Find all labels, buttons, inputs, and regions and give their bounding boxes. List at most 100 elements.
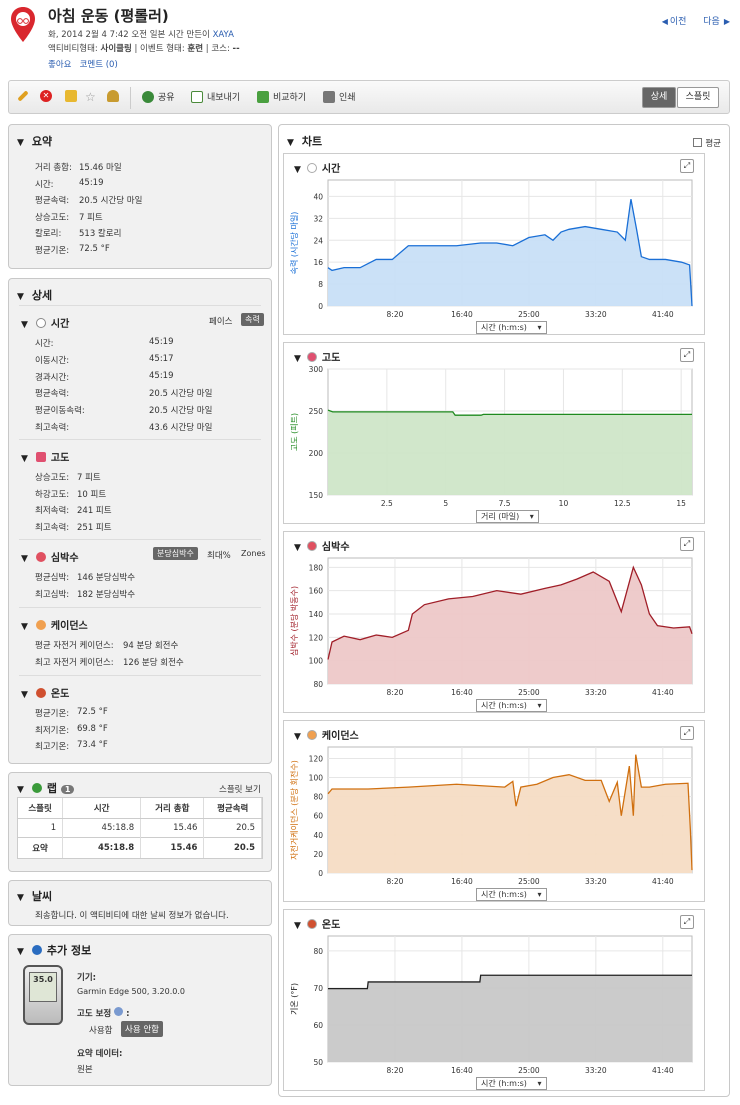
share-button[interactable]: 공유 bbox=[142, 90, 175, 103]
stat-value: 7 피트 bbox=[79, 212, 103, 223]
elev-correction-off[interactable]: 사용 안함 bbox=[121, 1021, 163, 1037]
print-button[interactable]: 인쇄 bbox=[323, 90, 356, 103]
comment-link[interactable]: 코멘트 (0) bbox=[80, 60, 118, 70]
collapse-icon[interactable]: ▼ bbox=[17, 785, 24, 795]
like-link[interactable]: 좋아요 bbox=[48, 60, 71, 70]
edit-icon[interactable] bbox=[17, 90, 29, 102]
collapse-icon[interactable]: ▼ bbox=[21, 454, 28, 464]
y-tick-label: 0 bbox=[318, 302, 323, 311]
compare-button[interactable]: 비교하기 bbox=[257, 90, 306, 103]
extra-info-title[interactable]: ▼ 추가 정보 bbox=[17, 942, 91, 958]
max-percent-toggle[interactable]: 최대% bbox=[207, 549, 231, 561]
detail-title[interactable]: ▼ 상세 bbox=[17, 287, 52, 303]
y-axis-label: 심박수 (분당 박동수) bbox=[289, 586, 299, 656]
y-axis-label: 고도 (피트) bbox=[290, 413, 299, 451]
cadence-section-title[interactable]: ▼ 케이던스 bbox=[21, 617, 88, 632]
laps-col-header[interactable]: 스플릿 bbox=[18, 798, 64, 819]
stat-value: 45:19 bbox=[79, 177, 104, 188]
collapse-icon[interactable]: ▼ bbox=[21, 554, 28, 564]
pace-toggle[interactable]: 페이스 bbox=[209, 315, 232, 327]
user-icon[interactable] bbox=[107, 90, 123, 102]
export-button[interactable]: 내보내기 bbox=[191, 90, 240, 103]
help-icon[interactable] bbox=[114, 1007, 124, 1016]
laps-panel: ▼ 랩 1 스플릿 보기 스플릿 시간 거리 총합 평균속력 1 45:18.8 15.46… bbox=[8, 772, 272, 872]
split-view-link[interactable]: 스플릿 보기 bbox=[219, 783, 261, 795]
y-tick-label: 120 bbox=[309, 754, 324, 763]
x-axis-select[interactable]: 거리 (마일) ▾ bbox=[476, 510, 539, 523]
table-cell: 15.46 bbox=[140, 818, 205, 838]
star-icon[interactable]: ☆ bbox=[85, 90, 96, 104]
collapse-icon[interactable]: ▼ bbox=[21, 622, 28, 632]
x-axis-select[interactable]: 시간 (h:m:s) ▾ bbox=[476, 888, 547, 901]
elevation-chart: ▼ 고도 ⤢ 150 200 250 300 2.5 5 7.5 10 12.5 15 고도 (피트) 거… bbox=[283, 342, 705, 524]
x-axis-select[interactable]: 시간 (h:m:s) ▾ bbox=[476, 1077, 547, 1090]
splits-tab[interactable]: 스플릿 bbox=[677, 87, 719, 108]
collapse-icon[interactable]: ▼ bbox=[21, 690, 28, 700]
stat-label: 최고기온: bbox=[35, 742, 70, 752]
elev-correction-on[interactable]: 사용함 bbox=[89, 1024, 112, 1036]
y-tick-label: 40 bbox=[313, 192, 323, 201]
laps-icon bbox=[31, 783, 42, 793]
charts-title[interactable]: ▼ 차트 bbox=[287, 133, 322, 149]
heart-icon bbox=[35, 552, 46, 562]
laps-col-header[interactable]: 거리 총합 bbox=[140, 798, 205, 819]
bpm-toggle[interactable]: 분당심박수 bbox=[153, 547, 198, 560]
next-arrow-icon[interactable]: ▶ bbox=[724, 17, 730, 26]
clock-icon bbox=[35, 318, 46, 328]
hr-section-title[interactable]: ▼ 심박수 bbox=[21, 549, 79, 564]
stat-value: 69.8 °F bbox=[77, 723, 108, 734]
delete-icon[interactable]: ✕ bbox=[40, 90, 56, 102]
y-tick-label: 120 bbox=[309, 633, 324, 642]
y-tick-label: 50 bbox=[313, 1058, 323, 1067]
page-title: 아침 운동 (평롤러) bbox=[48, 7, 169, 25]
collapse-icon[interactable]: ▼ bbox=[287, 138, 294, 148]
time-chart-svg: 0 8 16 24 32 40 8:20 16:40 25:00 33:20 41:40 속력 (시간… bbox=[289, 179, 693, 319]
next-link[interactable]: 다음 bbox=[703, 17, 720, 27]
x-axis-select[interactable]: 시간 (h:m:s) ▾ bbox=[476, 321, 547, 334]
elevation-correction-label: 고도 보정 : bbox=[77, 1007, 130, 1019]
collapse-icon[interactable]: ▼ bbox=[17, 138, 24, 148]
laps-title[interactable]: ▼ 랩 1 bbox=[17, 780, 75, 796]
collapse-icon[interactable]: ▼ bbox=[17, 947, 24, 957]
x-tick-label: 7.5 bbox=[499, 499, 511, 508]
time-chart: ▼ 시간 ⤢ 0 8 16 24 32 40 8:20 16:40 25:00 33:20 41:40 속… bbox=[283, 153, 705, 335]
time-section-title[interactable]: ▼ 시간 bbox=[21, 315, 69, 330]
summary-title[interactable]: ▼ 요약 bbox=[17, 133, 52, 149]
stat-value: 513 칼로리 bbox=[79, 229, 122, 239]
hr-title: 심박수 bbox=[50, 553, 79, 564]
x-tick-label: 33:20 bbox=[585, 877, 607, 886]
x-axis-select[interactable]: 시간 (h:m:s) ▾ bbox=[476, 699, 547, 712]
y-axis-label: 속력 (시간당 마일) bbox=[289, 212, 299, 275]
laps-col-header[interactable]: 시간 bbox=[62, 798, 142, 819]
weather-title[interactable]: ▼ 날씨 bbox=[17, 888, 52, 904]
prev-arrow-icon[interactable]: ◀ bbox=[662, 17, 668, 26]
elevation-chart-svg: 150 200 250 300 2.5 5 7.5 10 12.5 15 고도 (피트) bbox=[290, 365, 693, 508]
speed-toggle[interactable]: 속력 bbox=[241, 313, 264, 326]
x-tick-label: 15 bbox=[676, 499, 686, 508]
laps-col-header[interactable]: 평균속력 bbox=[203, 798, 262, 819]
temperature-section-title[interactable]: ▼ 온도 bbox=[21, 685, 69, 700]
cad-title: 케이던스 bbox=[50, 621, 88, 632]
summary-data-value: 원본 bbox=[77, 1065, 93, 1075]
author-link[interactable]: XAYA bbox=[213, 30, 234, 40]
temperature-chart-svg: 50 60 70 80 8:20 16:40 25:00 33:20 41:40 기온 (°F) bbox=[290, 935, 693, 1075]
weather-text: 죄송합니다. 이 액티비티에 대한 날씨 정보가 없습니다. bbox=[35, 911, 229, 921]
collapse-icon[interactable]: ▼ bbox=[21, 320, 28, 330]
chevron-down-icon: ▾ bbox=[537, 890, 542, 899]
collapse-icon[interactable]: ▼ bbox=[17, 292, 24, 302]
summary-row: 요약 45:18.8 15.46 20.5 bbox=[18, 837, 262, 858]
stat-label: 이동시간: bbox=[35, 355, 70, 366]
zones-toggle[interactable]: Zones bbox=[241, 549, 266, 558]
type-label: 액티비티형태: bbox=[48, 44, 98, 54]
y-tick-label: 32 bbox=[313, 214, 323, 223]
print-icon bbox=[323, 90, 335, 103]
detail-tab[interactable]: 상세 bbox=[642, 87, 676, 108]
average-checkbox[interactable]: 평균 bbox=[693, 137, 721, 149]
collapse-icon[interactable]: ▼ bbox=[17, 893, 24, 903]
elevation-section-title[interactable]: ▼ 고도 bbox=[21, 449, 69, 464]
lock-icon[interactable] bbox=[65, 90, 81, 102]
prev-link[interactable]: 이전 bbox=[670, 17, 687, 27]
y-tick-label: 250 bbox=[309, 407, 324, 416]
x-tick-label: 33:20 bbox=[585, 310, 607, 319]
stat-label: 평균속력: bbox=[35, 389, 70, 400]
